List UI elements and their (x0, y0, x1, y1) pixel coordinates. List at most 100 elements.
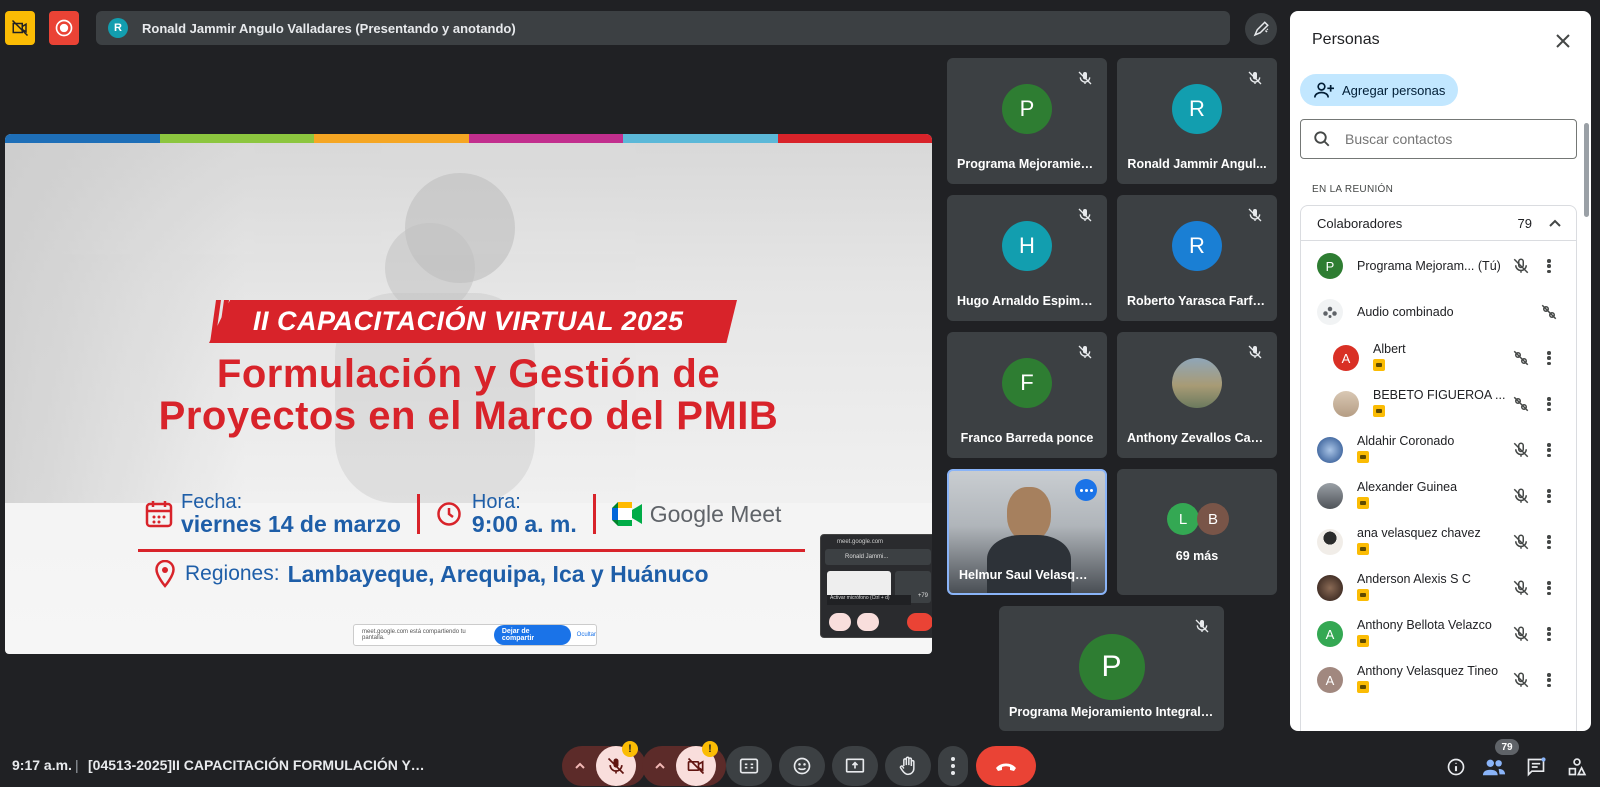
more-vert-icon[interactable] (1540, 579, 1558, 597)
more-vert-icon[interactable] (1540, 487, 1558, 505)
group-label: Colaboradores (1317, 215, 1403, 231)
present-screen-button[interactable] (832, 746, 878, 786)
participant-tile[interactable]: R Roberto Yarasca Farfan (1117, 195, 1277, 321)
participant-name: Albert (1373, 342, 1406, 356)
more-vert-icon[interactable] (1540, 395, 1558, 413)
participant-tile[interactable]: F Franco Barreda ponce (947, 332, 1107, 458)
meet-mini-window[interactable]: meet.google.com Ronald Jammi... +79 Acti… (820, 534, 932, 638)
more-vert-icon[interactable] (1540, 441, 1558, 459)
list-item[interactable]: A Anthony Bellota Velazco (1301, 611, 1578, 657)
participant-avatar: A (1333, 345, 1359, 371)
emoji-icon (793, 757, 811, 775)
more-options-icon[interactable] (1075, 479, 1097, 501)
stop-sharing-button[interactable]: Dejar de compartir (493, 625, 571, 645)
close-icon[interactable] (1551, 29, 1575, 53)
mic-off-icon[interactable] (1512, 625, 1530, 643)
more-vert-icon[interactable] (1540, 671, 1558, 689)
contacts-search[interactable] (1300, 119, 1577, 159)
list-item[interactable]: Audio combinado (1301, 289, 1578, 335)
participant-video-tile[interactable]: Helmur Saul Velasque... (947, 469, 1107, 595)
mic-off-icon[interactable] (1512, 257, 1530, 275)
participant-tile[interactable]: R Ronald Jammir Angul... (1117, 58, 1277, 184)
scrollbar[interactable] (1584, 123, 1589, 217)
people-count-badge: 79 (1495, 739, 1519, 755)
slide-title-line1: Formulación y Gestión de (216, 352, 721, 396)
participant-tile[interactable]: H Hugo Arnaldo Espimo ... (947, 195, 1107, 321)
presenting-badge-icon (1357, 589, 1369, 601)
people-icon[interactable] (1481, 754, 1507, 780)
hide-share-link[interactable]: Ocultar (577, 632, 596, 638)
list-item[interactable]: A Anthony Velasquez Tineo (1301, 657, 1578, 703)
participant-name: Programa Mejoramiento Integral ... (1009, 705, 1214, 719)
list-item[interactable]: Alexander Guinea (1301, 473, 1578, 519)
regiones-label: Regiones: (185, 562, 280, 585)
add-person-icon (1314, 82, 1334, 98)
screen-share-notice: meet.google.com está compartiendo tu pan… (353, 624, 597, 646)
google-meet-logo-icon (611, 502, 642, 526)
closed-captions-icon (739, 758, 759, 774)
location-pin-icon (155, 560, 175, 588)
annotate-pen-icon[interactable] (1245, 13, 1277, 45)
more-vert-icon[interactable] (1540, 533, 1558, 551)
participant-avatar: H (1002, 221, 1052, 271)
list-item[interactable]: Anderson Alexis S C (1301, 565, 1578, 611)
mini-url: meet.google.com (837, 539, 884, 545)
more-count: 69 más (1175, 549, 1219, 563)
participant-name: Anderson Alexis S C (1357, 572, 1471, 586)
captions-button[interactable] (726, 746, 772, 786)
more-vert-icon[interactable] (1540, 625, 1558, 643)
group-header[interactable]: Colaboradores 79 (1301, 206, 1576, 241)
calendar-icon (145, 501, 173, 528)
activities-icon[interactable] (1564, 754, 1590, 780)
share-notice-text: meet.google.com está compartiendo tu pan… (362, 629, 466, 641)
list-item[interactable]: A Albert (1301, 335, 1578, 381)
add-people-button[interactable]: Agregar personas (1300, 74, 1458, 106)
chat-icon[interactable] (1523, 754, 1549, 780)
participant-tile[interactable]: Anthony Zevallos Cac... (1117, 332, 1277, 458)
hand-icon (899, 756, 915, 776)
panel-title: Personas (1312, 31, 1380, 48)
list-item[interactable]: BEBETO FIGUEROA ... (1301, 381, 1578, 427)
chevron-up-icon[interactable] (1548, 216, 1562, 230)
add-people-label: Agregar personas (1342, 82, 1446, 98)
slide-underline (138, 549, 805, 552)
participant-tile[interactable]: P Programa Mejoramiento Integral ... (999, 606, 1224, 731)
presenting-badge-icon (1357, 635, 1369, 647)
mic-off-icon[interactable] (1512, 441, 1530, 459)
participant-avatar: P (1317, 253, 1343, 279)
recording-icon[interactable] (49, 11, 79, 45)
list-item[interactable]: ana velasquez chavez (1301, 519, 1578, 565)
presenter-bar: R Ronald Jammir Angulo Valladares (Prese… (96, 11, 1230, 45)
raise-hand-button[interactable] (885, 746, 931, 786)
search-input[interactable] (1345, 131, 1545, 147)
more-options-button[interactable] (938, 746, 968, 786)
mic-off-icon (1078, 208, 1092, 222)
group-count: 79 (1517, 215, 1532, 231)
participant-name: Ronald Jammir Angul... (1127, 157, 1267, 171)
leave-call-button[interactable] (976, 746, 1036, 786)
participant-tile[interactable]: P Programa Mejoramien... (947, 58, 1107, 184)
list-item[interactable]: P Programa Mejoram... (Tú) (1301, 243, 1578, 289)
mic-off-icon[interactable] (1512, 533, 1530, 551)
list-item[interactable]: Aldahir Coronado (1301, 427, 1578, 473)
more-vert-icon[interactable] (1540, 349, 1558, 367)
meeting-info-icon[interactable] (1443, 754, 1469, 780)
participant-photo-avatar (1317, 483, 1343, 509)
camera-off-indicator-icon[interactable] (5, 11, 35, 45)
chevron-up-icon (655, 762, 665, 769)
presenting-badge-icon (1373, 359, 1385, 371)
mini-tooltip: Activar micrófono (Ctrl + d) (827, 595, 911, 605)
participant-avatar: P (1002, 84, 1052, 134)
mic-off-icon[interactable] (1512, 487, 1530, 505)
mic-off-icon[interactable] (1512, 579, 1530, 597)
google-meet-brand: Google Meet (649, 500, 782, 527)
mic-off-icon (1248, 208, 1262, 222)
more-participants-tile[interactable]: L B 69 más (1117, 469, 1277, 595)
more-vert-icon[interactable] (1540, 257, 1558, 275)
combined-audio-icon (1317, 299, 1343, 325)
meeting-clock: 9:17 a.m. (12, 757, 72, 773)
mic-off-icon[interactable] (1512, 671, 1530, 689)
people-panel: Personas Agregar personas EN LA REUNIÓN … (1290, 11, 1591, 731)
presenting-badge-icon (1357, 543, 1369, 555)
reactions-button[interactable] (779, 746, 825, 786)
